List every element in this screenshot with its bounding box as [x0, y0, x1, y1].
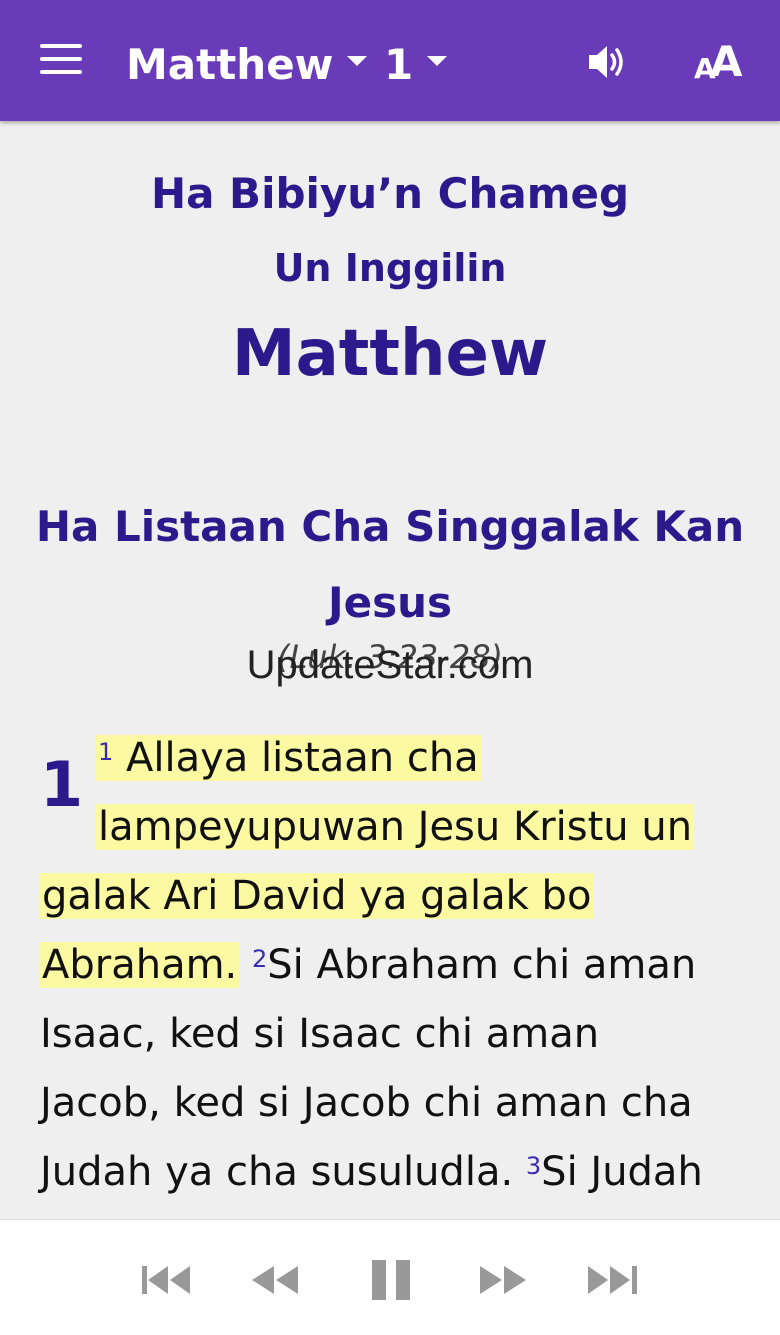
verse-number: 2 — [251, 945, 268, 973]
scripture-content[interactable]: Ha Bibiyu’n Chameg Un Inggilin Matthew H… — [0, 121, 780, 1219]
app-toolbar: Matthew 1 A A — [0, 0, 780, 121]
skip-to-start-icon[interactable] — [138, 1260, 198, 1300]
fast-forward-icon[interactable] — [474, 1260, 534, 1300]
chapter-dropdown-label: 1 — [384, 40, 414, 89]
watermark: UpdateStar.com — [246, 643, 534, 687]
verse-3-segment[interactable]: Si Judah — [541, 1149, 703, 1195]
chevron-down-icon — [347, 56, 368, 66]
section-heading: Ha Listaan Cha Singgalak Kan Jesus — [0, 489, 780, 641]
section-heading-line2: Jesus — [327, 578, 452, 627]
verse-2-segment[interactable]: Jacob, ked si Jacob chi aman cha — [40, 1080, 693, 1126]
svg-text:A: A — [710, 37, 743, 86]
verse-text-segment: Allaya listaan cha — [126, 735, 479, 781]
verse-number: 3 — [525, 1152, 542, 1180]
audio-player-bar — [0, 1219, 780, 1335]
verse-1-segment[interactable]: Abraham. — [40, 942, 240, 988]
font-size-icon[interactable]: A A — [694, 36, 748, 86]
skip-to-end-icon[interactable] — [582, 1260, 642, 1300]
book-dropdown-label: Matthew — [126, 40, 334, 89]
speaker-icon[interactable] — [585, 40, 629, 84]
book-dropdown[interactable]: Matthew — [126, 40, 368, 90]
verse-1-segment[interactable]: lampeyupuwan Jesu Kristu un — [96, 804, 695, 850]
verse-1-segment[interactable]: 1 Allaya listaan cha — [96, 735, 481, 781]
chevron-down-icon — [427, 56, 448, 66]
book-intro-subheading: Un Inggilin — [273, 246, 507, 290]
pause-icon[interactable] — [362, 1260, 422, 1300]
verse-2-segment[interactable]: Judah ya cha susuludla. — [40, 1149, 513, 1195]
hamburger-menu-icon[interactable] — [40, 44, 82, 76]
section-heading-line1: Ha Listaan Cha Singgalak Kan — [35, 502, 745, 551]
verse-text[interactable]: 1 Allaya listaan cha lampeyupuwan Jesu K… — [40, 724, 760, 1207]
verse-number: 1 — [98, 738, 114, 766]
book-intro-heading: Ha Bibiyu’n Chameg — [150, 169, 630, 218]
verse-1-segment[interactable]: galak Ari David ya galak bo — [40, 873, 594, 919]
verse-2-segment[interactable]: Isaac, ked si Isaac chi aman — [40, 1011, 599, 1057]
rewind-icon[interactable] — [246, 1260, 306, 1300]
book-title: Matthew — [231, 317, 549, 391]
verse-2-segment[interactable]: Si Abraham chi aman — [267, 942, 696, 988]
chapter-dropdown[interactable]: 1 — [384, 40, 448, 90]
